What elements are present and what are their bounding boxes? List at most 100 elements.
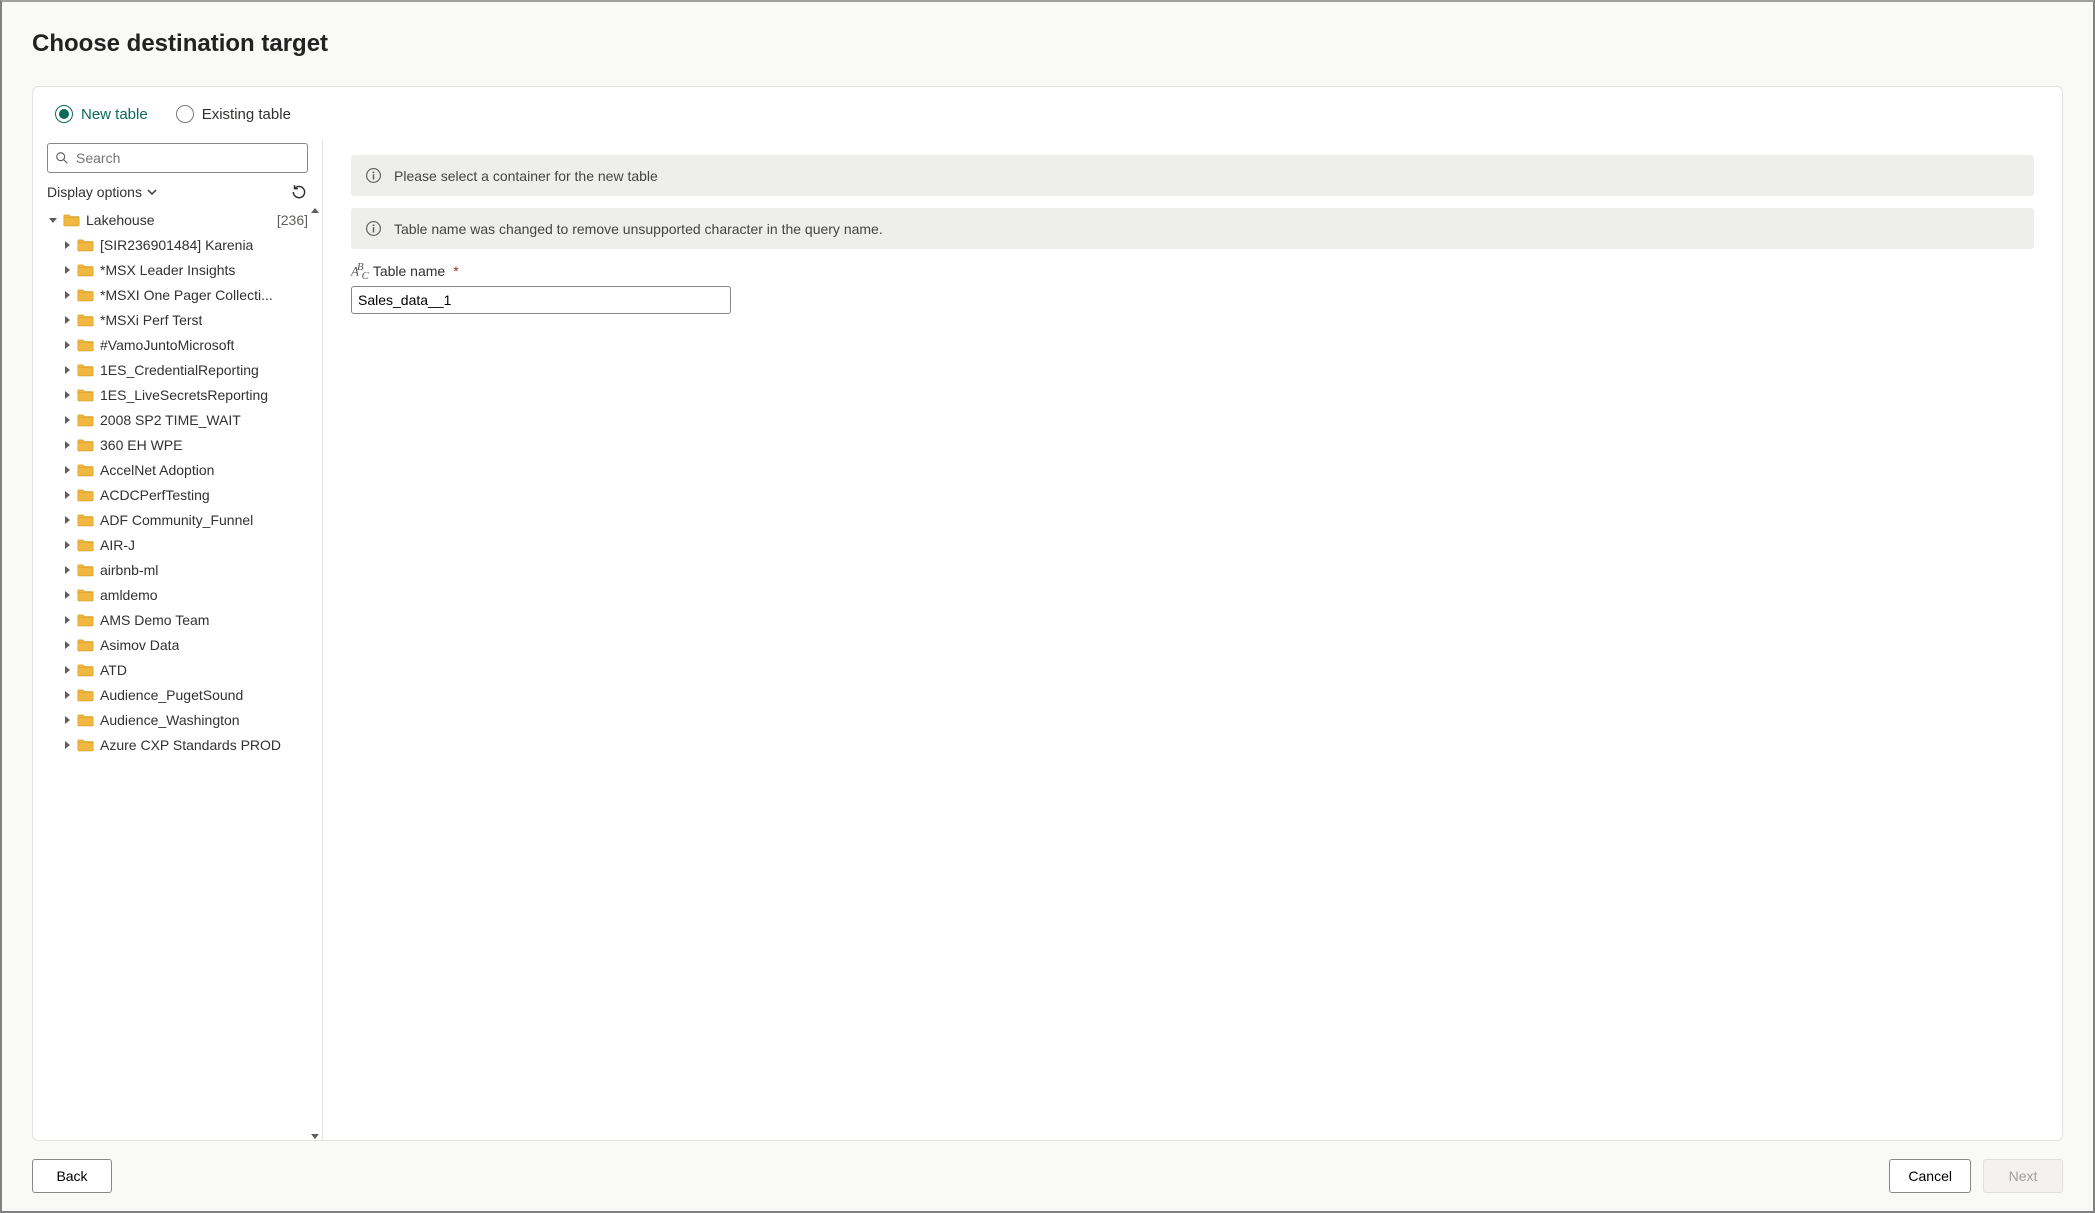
- info-icon: [365, 220, 382, 237]
- caret-right-icon: [61, 489, 73, 501]
- tree-item-label: AMS Demo Team: [100, 612, 209, 628]
- folder-icon: [77, 613, 94, 627]
- tree-item-label: ACDCPerfTesting: [100, 487, 210, 503]
- folder-icon: [77, 288, 94, 302]
- caret-right-icon: [61, 689, 73, 701]
- tree-item-label: Audience_PugetSound: [100, 687, 243, 703]
- caret-right-icon: [61, 714, 73, 726]
- tree-item-label: amldemo: [100, 587, 158, 603]
- caret-right-icon: [61, 614, 73, 626]
- dialog-header: Choose destination target: [2, 2, 2093, 68]
- tree-item-label: 1ES_LiveSecretsReporting: [100, 387, 268, 403]
- tree-item-label: 360 EH WPE: [100, 437, 182, 453]
- caret-right-icon: [61, 514, 73, 526]
- tree-item-label: *MSXi Perf Terst: [100, 312, 202, 328]
- tree-item[interactable]: airbnb-ml: [61, 557, 314, 582]
- tree-item[interactable]: ADF Community_Funnel: [61, 507, 314, 532]
- folder-icon: [77, 388, 94, 402]
- caret-right-icon: [61, 539, 73, 551]
- table-name-label: Table name: [373, 263, 445, 279]
- radio-new-table[interactable]: New table: [55, 105, 148, 123]
- info-banner: Table name was changed to remove unsuppo…: [351, 208, 2034, 249]
- search-input[interactable]: [47, 143, 308, 173]
- tree-item-label: airbnb-ml: [100, 562, 158, 578]
- tree-item[interactable]: *MSX Leader Insights: [61, 257, 314, 282]
- tree-item[interactable]: AIR-J: [61, 532, 314, 557]
- caret-right-icon: [61, 464, 73, 476]
- tree-item[interactable]: 2008 SP2 TIME_WAIT: [61, 407, 314, 432]
- caret-right-icon: [61, 414, 73, 426]
- tree-item-label: 1ES_CredentialReporting: [100, 362, 259, 378]
- radio-existing-table[interactable]: Existing table: [176, 105, 291, 123]
- folder-icon: [77, 588, 94, 602]
- abc-type-icon: ABC: [351, 261, 367, 282]
- tree-item[interactable]: Azure CXP Standards PROD: [61, 732, 314, 757]
- caret-right-icon: [61, 264, 73, 276]
- radio-icon: [176, 105, 194, 123]
- tree-item-label: Azure CXP Standards PROD: [100, 737, 281, 753]
- tree-item[interactable]: [SIR236901484] Karenia: [61, 232, 314, 257]
- caret-right-icon: [61, 339, 73, 351]
- back-button[interactable]: Back: [32, 1159, 112, 1193]
- tree-root-item[interactable]: Lakehouse [236]: [33, 207, 314, 232]
- info-text: Table name was changed to remove unsuppo…: [394, 221, 883, 237]
- tree-item[interactable]: 360 EH WPE: [61, 432, 314, 457]
- cancel-button[interactable]: Cancel: [1889, 1159, 1971, 1193]
- table-type-radios: New table Existing table: [33, 87, 2062, 139]
- folder-icon: [77, 438, 94, 452]
- tree-item[interactable]: ATD: [61, 657, 314, 682]
- caret-right-icon: [61, 589, 73, 601]
- display-options-label: Display options: [47, 184, 142, 200]
- folder-icon: [77, 513, 94, 527]
- scroll-up-icon[interactable]: [309, 207, 321, 217]
- caret-right-icon: [61, 364, 73, 376]
- display-options-button[interactable]: Display options: [47, 184, 158, 200]
- chevron-down-icon: [146, 186, 158, 198]
- caret-right-icon: [61, 289, 73, 301]
- scroll-down-icon[interactable]: [309, 1130, 321, 1140]
- tree-item[interactable]: Asimov Data: [61, 632, 314, 657]
- caret-right-icon: [61, 664, 73, 676]
- tree-item[interactable]: 1ES_CredentialReporting: [61, 357, 314, 382]
- folder-icon: [77, 663, 94, 677]
- tree-item[interactable]: AMS Demo Team: [61, 607, 314, 632]
- table-name-label-row: ABC Table name *: [351, 261, 2034, 282]
- tree-item[interactable]: *MSXI One Pager Collecti...: [61, 282, 314, 307]
- refresh-icon[interactable]: [290, 183, 308, 201]
- navigation-sidebar: Display options Lakehouse [236] [SIR2369…: [33, 139, 323, 1140]
- table-name-input[interactable]: [351, 286, 731, 314]
- tree-item-label: 2008 SP2 TIME_WAIT: [100, 412, 241, 428]
- tree-scroll[interactable]: Lakehouse [236] [SIR236901484] Karenia *M…: [33, 207, 322, 1140]
- required-asterisk: *: [453, 263, 458, 279]
- tree-item[interactable]: Audience_Washington: [61, 707, 314, 732]
- tree-item-label: Asimov Data: [100, 637, 179, 653]
- tree-item[interactable]: ACDCPerfTesting: [61, 482, 314, 507]
- folder-icon: [77, 488, 94, 502]
- tree-item[interactable]: AccelNet Adoption: [61, 457, 314, 482]
- folder-icon: [77, 463, 94, 477]
- tree-item-label: #VamoJuntoMicrosoft: [100, 337, 234, 353]
- folder-icon: [77, 738, 94, 752]
- tree-item[interactable]: amldemo: [61, 582, 314, 607]
- folder-icon: [77, 263, 94, 277]
- tree-item-label: *MSX Leader Insights: [100, 262, 235, 278]
- folder-icon: [77, 313, 94, 327]
- folder-icon: [63, 213, 80, 227]
- info-banner: Please select a container for the new ta…: [351, 155, 2034, 196]
- caret-right-icon: [61, 564, 73, 576]
- folder-icon: [77, 413, 94, 427]
- main-content: Please select a container for the new ta…: [323, 139, 2062, 1140]
- caret-right-icon: [61, 639, 73, 651]
- caret-right-icon: [61, 739, 73, 751]
- tree-item[interactable]: Audience_PugetSound: [61, 682, 314, 707]
- tree-item[interactable]: 1ES_LiveSecretsReporting: [61, 382, 314, 407]
- caret-right-icon: [61, 239, 73, 251]
- tree-item-label: AIR-J: [100, 537, 135, 553]
- caret-right-icon: [61, 314, 73, 326]
- radio-label: Existing table: [202, 106, 291, 123]
- tree-item[interactable]: #VamoJuntoMicrosoft: [61, 332, 314, 357]
- folder-icon: [77, 638, 94, 652]
- tree-item[interactable]: *MSXi Perf Terst: [61, 307, 314, 332]
- tree-root-label: Lakehouse: [86, 212, 277, 228]
- tree-item-label: AccelNet Adoption: [100, 462, 214, 478]
